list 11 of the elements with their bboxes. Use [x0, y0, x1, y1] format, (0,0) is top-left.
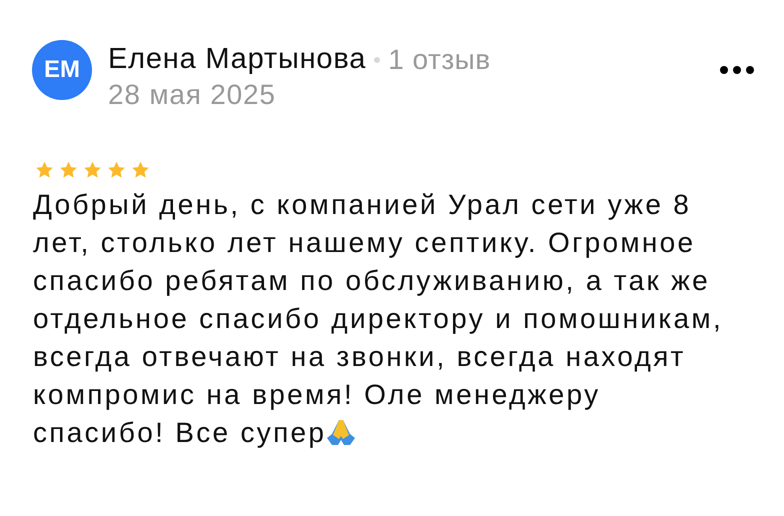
star-icon — [33, 160, 56, 180]
star-icon — [129, 160, 152, 180]
review-date: 28 мая 2025 — [108, 80, 277, 110]
review-text: Добрый день, с компанией Урал сети уже 8 лет, столько лет нашему септику. Огромное спасибо ребятам по обслуживанию, а так же отдельное спасибо директору и помошникам, всегда отвечают на звонки, всегда находят компромис на время! Оле менеджеру спасибо! Все супер — [32, 188, 724, 450]
star-icon — [57, 160, 80, 180]
author-name: Елена Мартынова — [108, 42, 366, 78]
review-count: 1 отзыв — [388, 43, 491, 77]
avatar: ЕМ — [32, 40, 92, 100]
star-icon — [105, 160, 128, 180]
star-icon — [81, 160, 104, 180]
praying-hands-icon — [326, 418, 356, 446]
